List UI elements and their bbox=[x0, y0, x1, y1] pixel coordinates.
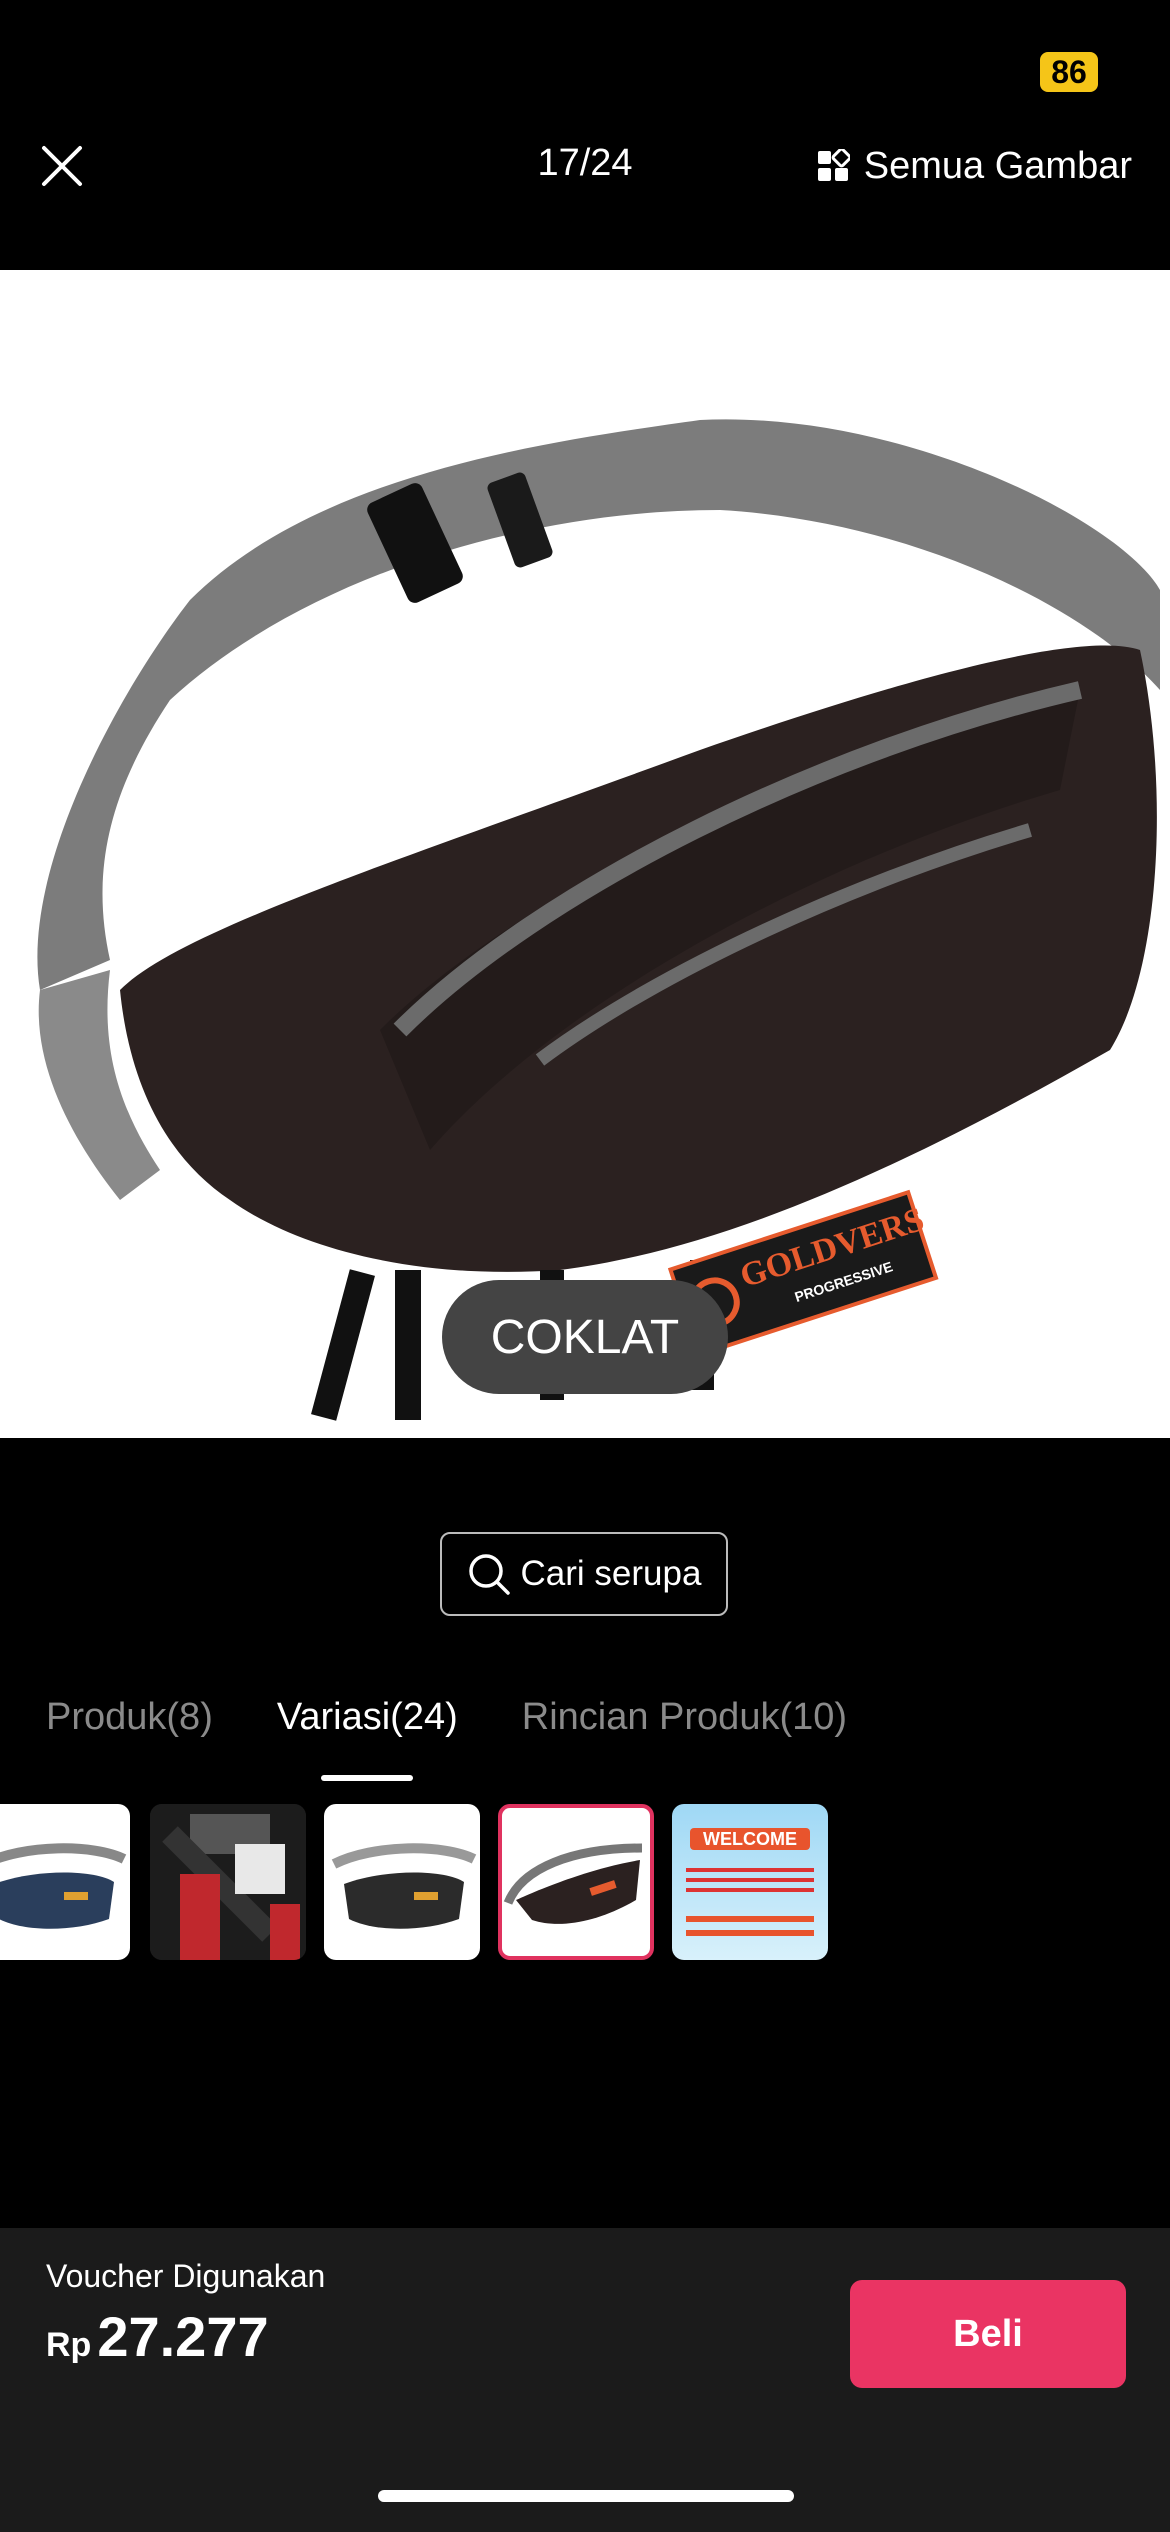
voucher-label: Voucher Digunakan bbox=[46, 2258, 326, 2294]
close-button[interactable] bbox=[36, 140, 88, 192]
model-photo-icon bbox=[150, 1804, 306, 1960]
thumb-brown-bag[interactable] bbox=[498, 1804, 654, 1960]
gallery-tabs: Produk(8) Variasi(24) Rincian Produk(10) bbox=[46, 1696, 847, 1739]
price-amount: 27.277 bbox=[97, 2305, 269, 2368]
product-image[interactable]: GOLDVERS PROGRESSIVE bbox=[0, 270, 1170, 1438]
similar-search-button[interactable]: Cari serupa bbox=[440, 1532, 728, 1616]
bag-icon bbox=[503, 1843, 643, 1924]
grid-icon bbox=[817, 149, 850, 181]
welcome-banner-title: WELCOME bbox=[690, 1828, 810, 1850]
price-currency: Rp bbox=[46, 2326, 92, 2364]
waist-bag-illustration: GOLDVERS PROGRESSIVE bbox=[37, 419, 1160, 1421]
buy-button[interactable]: Beli bbox=[850, 2280, 1126, 2388]
thumbnail-strip: WELCOME bbox=[0, 1804, 1170, 1964]
home-indicator[interactable] bbox=[378, 2490, 794, 2502]
thumb-model-wearing[interactable] bbox=[150, 1804, 306, 1960]
variant-label: COKLAT bbox=[442, 1280, 728, 1394]
bag-icon bbox=[331, 1843, 477, 1929]
thumb-navy-bag[interactable] bbox=[0, 1804, 130, 1960]
similar-search-label: Cari serupa bbox=[520, 1554, 702, 1593]
close-icon bbox=[42, 146, 82, 186]
bag-icon bbox=[0, 1843, 127, 1929]
tab-produk[interactable]: Produk(8) bbox=[46, 1696, 213, 1739]
price: Rp 27.277 bbox=[46, 2304, 269, 2369]
battery-indicator: 86 bbox=[1040, 52, 1098, 92]
search-icon bbox=[468, 1554, 510, 1595]
all-images-label: Semua Gambar bbox=[863, 144, 1132, 187]
tab-variasi[interactable]: Variasi(24) bbox=[277, 1696, 458, 1739]
all-images-button[interactable]: Semua Gambar bbox=[816, 140, 1132, 192]
tab-rincian-produk[interactable]: Rincian Produk(10) bbox=[522, 1696, 847, 1739]
thumb-black-bag[interactable] bbox=[324, 1804, 480, 1960]
thumb-welcome-banner[interactable]: WELCOME bbox=[672, 1804, 828, 1960]
